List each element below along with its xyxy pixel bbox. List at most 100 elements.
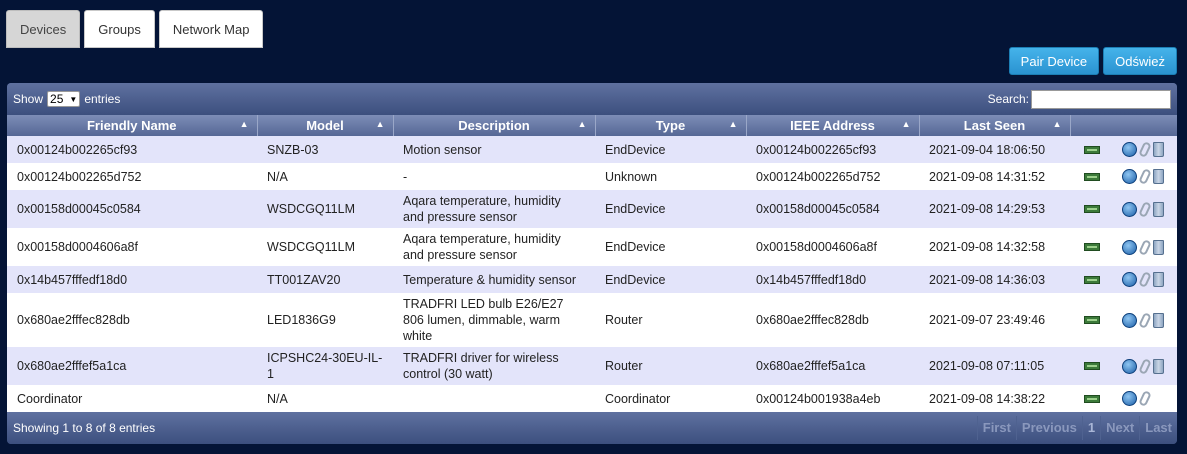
description-cell: Temperature & humidity sensor: [403, 272, 576, 287]
sort-arrow-icon: ▲: [1052, 119, 1062, 129]
description-cell: Aqara temperature, humidity and pressure…: [403, 232, 561, 262]
row-actions: [1080, 238, 1167, 256]
actions-cell: [1070, 347, 1177, 385]
type-cell: EndDevice: [605, 202, 666, 216]
paperclip-icon[interactable]: [1137, 141, 1152, 158]
model-cell: LED1836G9: [267, 313, 336, 327]
sort-arrow-icon: ▲: [239, 119, 249, 129]
model-cell: TT001ZAV20: [267, 272, 341, 287]
devices-table: Friendly Name ▲ Model ▲ Description ▲ Type ▲…: [7, 115, 1177, 412]
description-cell: Aqara temperature, humidity and pressure…: [403, 194, 561, 224]
model-cell: SNZB-03: [267, 142, 319, 157]
network-card-icon: [1083, 243, 1100, 251]
refresh-button[interactable]: Odśwież: [1103, 47, 1177, 75]
paperclip-icon[interactable]: [1137, 168, 1152, 185]
type-cell: EndDevice: [605, 240, 666, 254]
globe-icon[interactable]: [1121, 201, 1137, 217]
table-row: 0x00124b002265cf93 SNZB-03 Motion sensor En…: [7, 136, 1177, 163]
description-cell: [393, 385, 595, 412]
friendly-name-cell[interactable]: 0x680ae2fffef5a1ca: [7, 347, 257, 385]
table-header-row: Friendly Name ▲ Model ▲ Description ▲ Type ▲…: [7, 115, 1177, 136]
network-card-icon: [1083, 145, 1100, 154]
last-seen-cell: 2021-09-08 14:29:53: [929, 202, 1046, 216]
trash-icon[interactable]: [1152, 201, 1164, 217]
actions-cell: [1070, 266, 1177, 293]
tab-groups[interactable]: Groups: [84, 10, 155, 48]
model-cell: N/A: [267, 169, 288, 184]
column-header-friendly-name[interactable]: Friendly Name ▲: [7, 115, 258, 136]
row-actions: [1080, 311, 1167, 329]
friendly-name-cell[interactable]: 0x00124b002265cf93: [7, 136, 257, 163]
paperclip-icon[interactable]: [1137, 271, 1152, 288]
column-header-description[interactable]: Description ▲: [393, 115, 596, 136]
column-header-model[interactable]: Model ▲: [257, 115, 394, 136]
pager-page-1[interactable]: 1: [1081, 416, 1100, 440]
pair-device-button[interactable]: Pair Device: [1008, 47, 1100, 75]
paperclip-icon[interactable]: [1137, 390, 1152, 407]
page-length-control: Show 25 ▼ entries: [13, 91, 120, 107]
trash-icon[interactable]: [1152, 169, 1164, 184]
tab-devices[interactable]: Devices: [6, 10, 81, 48]
friendly-name-cell[interactable]: Coordinator: [7, 385, 257, 412]
trash-icon[interactable]: [1152, 358, 1164, 374]
globe-icon[interactable]: [1121, 142, 1137, 157]
column-header-ieee-address[interactable]: IEEE Address ▲: [746, 115, 920, 136]
ieee-address-cell: 0x14b457fffedf18d0: [756, 272, 867, 287]
pager-last[interactable]: Last: [1139, 416, 1177, 440]
globe-icon[interactable]: [1121, 169, 1137, 184]
row-actions: [1080, 141, 1167, 158]
last-seen-cell: 2021-09-08 14:38:22: [929, 391, 1046, 406]
globe-icon[interactable]: [1121, 239, 1137, 255]
network-card-icon: [1083, 394, 1100, 403]
friendly-name-cell[interactable]: 0x680ae2fffec828db: [7, 293, 257, 347]
paperclip-icon[interactable]: [1137, 357, 1152, 375]
row-actions: [1080, 357, 1167, 375]
model-cell: N/A: [267, 391, 288, 406]
friendly-name-cell[interactable]: 0x14b457fffedf18d0: [7, 266, 257, 293]
pager-next[interactable]: Next: [1100, 416, 1139, 440]
pager-previous[interactable]: Previous: [1015, 416, 1082, 440]
trash-icon[interactable]: [1152, 272, 1164, 287]
pager-first[interactable]: First: [976, 416, 1016, 440]
ieee-address-cell: 0x00124b002265d752: [756, 169, 881, 184]
paperclip-icon[interactable]: [1137, 238, 1152, 256]
column-header-actions: [1070, 115, 1177, 136]
ieee-address-cell: 0x00158d00045c0584: [756, 202, 880, 216]
globe-icon[interactable]: [1121, 358, 1137, 374]
actions-cell: [1070, 385, 1177, 412]
model-cell: ICPSHC24-30EU-IL-1: [267, 351, 383, 381]
row-actions: [1080, 168, 1167, 185]
globe-icon[interactable]: [1121, 272, 1137, 287]
globe-icon[interactable]: [1121, 312, 1137, 328]
paperclip-icon[interactable]: [1137, 311, 1152, 329]
type-cell: EndDevice: [605, 142, 666, 157]
network-card-icon: [1083, 316, 1100, 324]
actions-cell: [1070, 163, 1177, 190]
pagination: First Previous 1 Next Last: [976, 412, 1177, 444]
friendly-name-cell[interactable]: 0x00158d0004606a8f: [7, 228, 257, 266]
search-input[interactable]: [1031, 89, 1171, 109]
friendly-name-cell[interactable]: 0x00158d00045c0584: [7, 190, 257, 228]
table-row: 0x00124b002265d752 N/A - Unknown 0x00124b002…: [7, 163, 1177, 190]
actions-cell: [1070, 136, 1177, 163]
trash-icon[interactable]: [1152, 312, 1164, 328]
actions-cell: [1070, 228, 1177, 266]
table-toolbar: Show 25 ▼ entries Search:: [7, 83, 1177, 115]
last-seen-cell: 2021-09-04 18:06:50: [929, 142, 1046, 157]
trash-icon[interactable]: [1152, 239, 1164, 255]
entries-select[interactable]: 25 ▼: [47, 91, 81, 107]
paperclip-icon[interactable]: [1137, 200, 1152, 218]
description-cell: -: [403, 169, 408, 184]
network-card-icon: [1083, 275, 1100, 284]
trash-icon[interactable]: [1152, 142, 1164, 157]
ieee-address-cell: 0x680ae2fffef5a1ca: [756, 359, 866, 373]
actions-cell: [1070, 293, 1177, 347]
table-row: 0x00158d00045c0584 WSDCGQ11LM Aqara temper…: [7, 190, 1177, 228]
globe-icon[interactable]: [1121, 391, 1137, 406]
sort-arrow-icon: ▲: [375, 119, 385, 129]
friendly-name-cell[interactable]: 0x00124b002265d752: [7, 163, 257, 190]
column-header-type[interactable]: Type ▲: [595, 115, 747, 136]
tab-network-map[interactable]: Network Map: [158, 10, 264, 48]
last-seen-cell: 2021-09-08 14:32:58: [929, 240, 1046, 254]
column-header-last-seen[interactable]: Last Seen ▲: [919, 115, 1071, 136]
